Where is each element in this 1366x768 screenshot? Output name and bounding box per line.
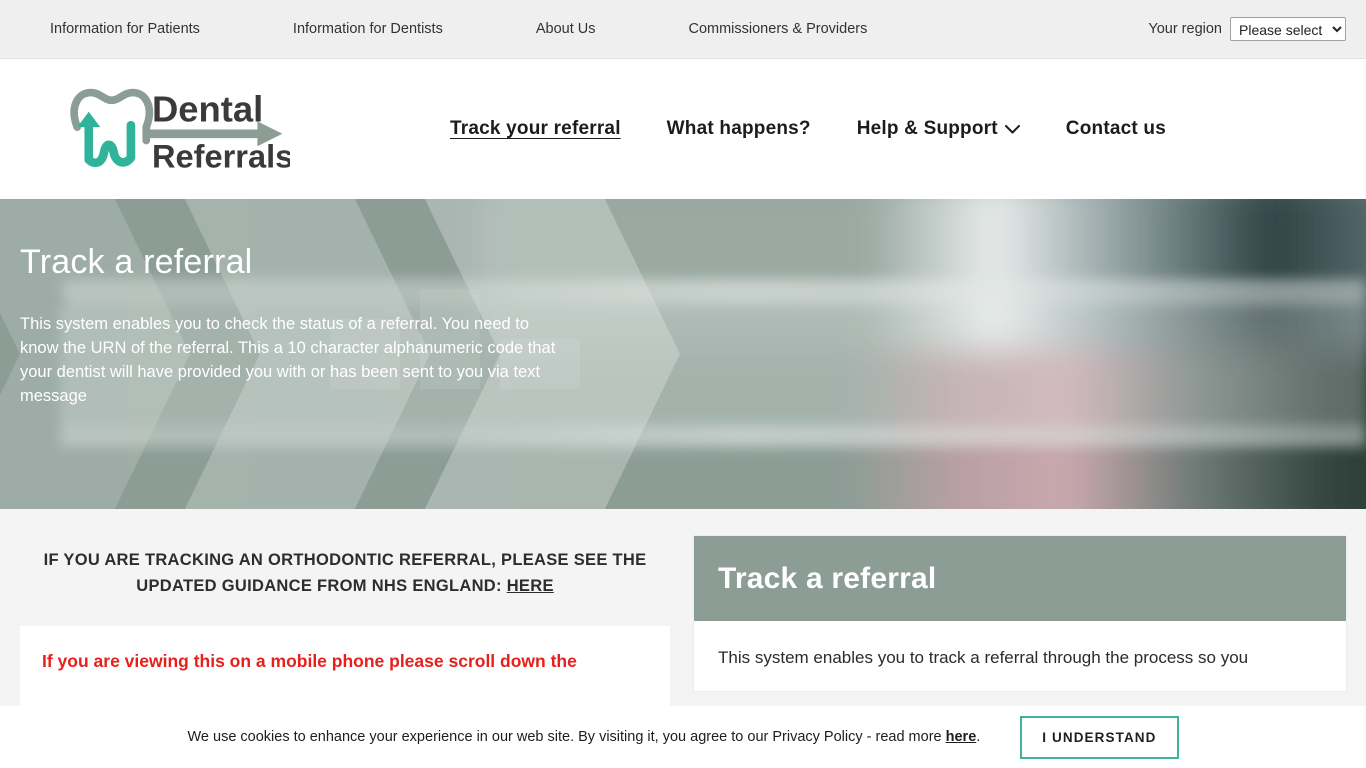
orthodontic-notice-link[interactable]: HERE xyxy=(507,577,554,595)
hero-body-text: This system enables you to check the sta… xyxy=(20,315,556,405)
logo-text-referrals: Referrals xyxy=(152,138,290,174)
nav-what-happens[interactable]: What happens? xyxy=(667,118,811,140)
track-referral-card: Track a referral This system enables you… xyxy=(694,536,1346,691)
main-navigation: Track your referral What happens? Help &… xyxy=(450,118,1166,140)
nav-label: Track your referral xyxy=(450,118,621,139)
track-referral-card-title: Track a referral xyxy=(718,561,937,595)
nav-label: Help & Support xyxy=(856,118,998,139)
orthodontic-notice: IF YOU ARE TRACKING AN ORTHODONTIC REFER… xyxy=(20,547,670,599)
utility-nav: Information for Patients Information for… xyxy=(50,21,867,37)
nav-label: What happens? xyxy=(666,118,811,139)
topbar-link-patients[interactable]: Information for Patients xyxy=(50,21,200,37)
hero-banner: Track a referral This system enables you… xyxy=(0,199,1366,509)
track-referral-card-header: Track a referral xyxy=(694,536,1346,621)
logo-text-dental: Dental xyxy=(152,88,263,129)
topbar-link-dentists[interactable]: Information for Dentists xyxy=(293,21,443,37)
cookie-consent-text: We use cookies to enhance your experienc… xyxy=(187,729,980,745)
nav-help-and-support[interactable]: Help & Support xyxy=(857,118,1020,140)
page-root: Information for Patients Information for… xyxy=(0,0,1366,768)
chevron-down-icon xyxy=(1004,124,1020,133)
hero-title: Track a referral xyxy=(20,243,253,281)
cookie-text-before: We use cookies to enhance your experienc… xyxy=(187,729,946,745)
region-selector: Your region Please select xyxy=(1148,17,1346,41)
cookie-privacy-link[interactable]: here xyxy=(946,729,977,745)
nav-contact-us[interactable]: Contact us xyxy=(1066,118,1166,140)
nav-label: Contact us xyxy=(1065,118,1166,139)
hero-content: Track a referral This system enables you… xyxy=(0,199,580,408)
dental-referrals-logo[interactable]: Dental Referrals xyxy=(60,83,290,175)
track-referral-card-text: This system enables you to track a refer… xyxy=(718,648,1249,667)
topbar-link-commissioners[interactable]: Commissioners & Providers xyxy=(688,21,867,37)
utility-topbar: Information for Patients Information for… xyxy=(0,0,1366,59)
track-referral-card-body: This system enables you to track a refer… xyxy=(694,621,1346,691)
cookie-text-after: . xyxy=(976,729,981,745)
region-label: Your region xyxy=(1148,21,1222,37)
site-header: Dental Referrals Track your referral Wha… xyxy=(0,59,1366,199)
nav-track-your-referral[interactable]: Track your referral xyxy=(450,118,621,140)
orthodontic-notice-text: IF YOU ARE TRACKING AN ORTHODONTIC REFER… xyxy=(43,551,647,595)
cookie-accept-button[interactable]: I UNDERSTAND xyxy=(1020,715,1179,759)
mobile-warning-text: If you are viewing this on a mobile phon… xyxy=(42,651,577,671)
topbar-link-about-us[interactable]: About Us xyxy=(536,21,596,37)
cookie-consent-bar: We use cookies to enhance your experienc… xyxy=(0,706,1366,768)
region-select[interactable]: Please select xyxy=(1230,17,1346,41)
